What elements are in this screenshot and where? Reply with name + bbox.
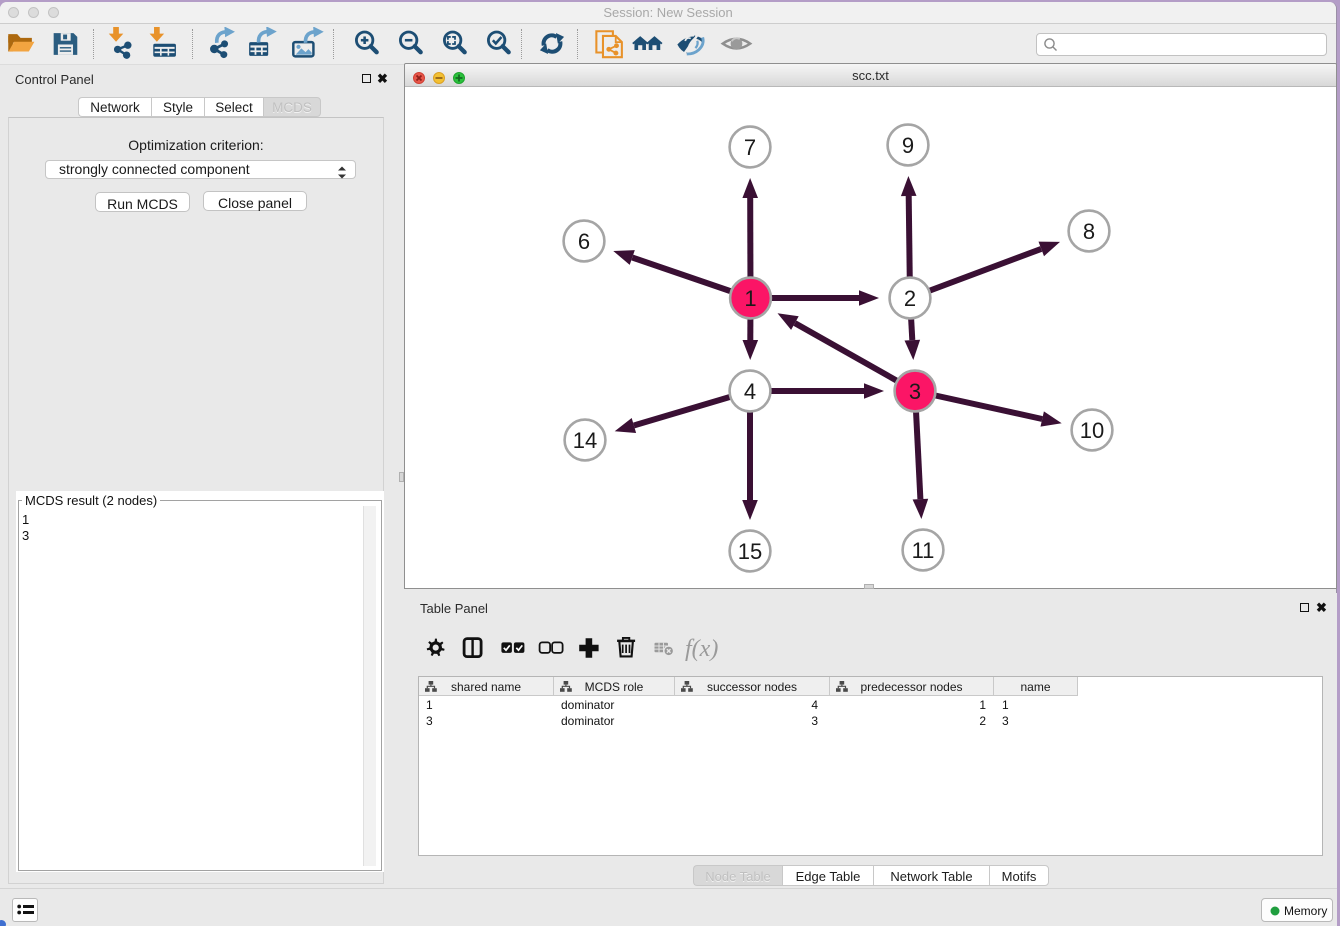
svg-text:8: 8 <box>1083 219 1095 244</box>
svg-text:11: 11 <box>912 538 935 563</box>
svg-text:1: 1 <box>744 286 756 311</box>
svg-text:3: 3 <box>909 379 921 404</box>
svg-text:6: 6 <box>578 229 590 254</box>
svg-text:10: 10 <box>1080 418 1104 443</box>
svg-text:14: 14 <box>573 428 597 453</box>
svg-text:4: 4 <box>744 379 756 404</box>
svg-text:7: 7 <box>744 135 756 160</box>
svg-text:2: 2 <box>904 286 916 311</box>
svg-text:9: 9 <box>902 133 914 158</box>
svg-text:f(x): f(x) <box>685 636 718 662</box>
svg-text:15: 15 <box>738 539 762 564</box>
